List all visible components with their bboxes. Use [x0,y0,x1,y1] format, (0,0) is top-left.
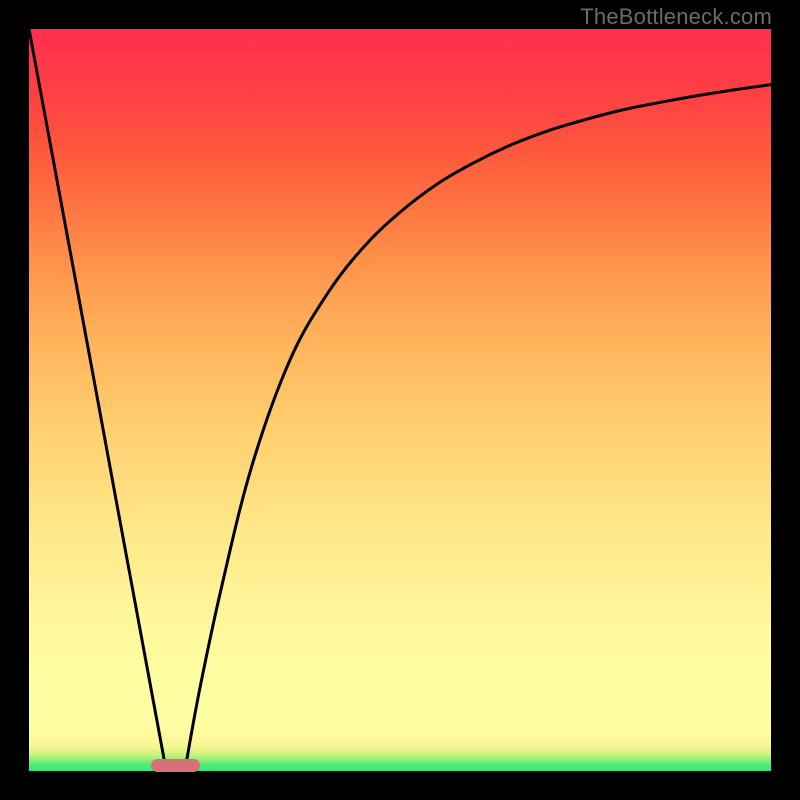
watermark-text: TheBottleneck.com [580,4,772,30]
chart-frame: TheBottleneck.com [0,0,800,800]
series-left-branch [29,29,166,771]
plot-area [29,29,771,771]
bottom-marker [151,759,200,772]
curve-layer [29,29,771,771]
series-right-branch [185,85,771,771]
